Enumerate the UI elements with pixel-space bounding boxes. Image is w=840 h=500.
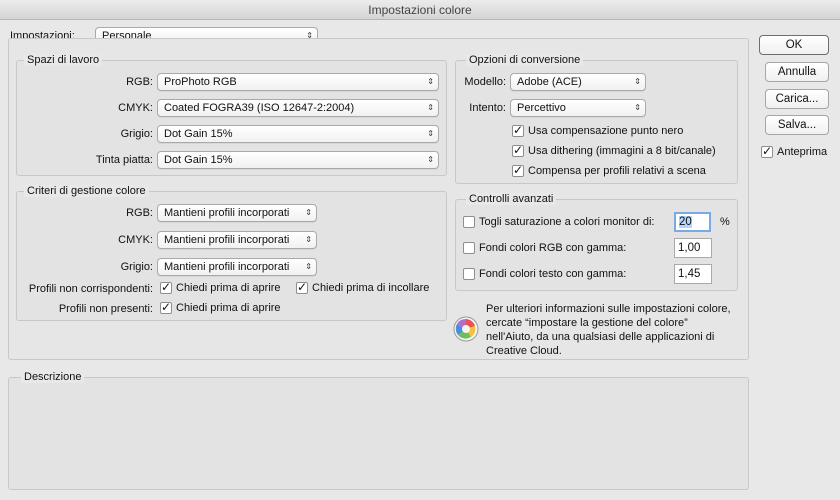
preview-checkbox[interactable]: Anteprima	[761, 144, 828, 158]
desaturate-value: 20	[679, 216, 692, 228]
select-arrows-icon: ⇕	[305, 262, 312, 271]
policies-title: Criteri di gestione colore	[24, 185, 149, 197]
info-line-4: Creative Cloud.	[486, 345, 562, 357]
color-wheel-icon	[452, 315, 480, 343]
checkmark-icon	[296, 280, 308, 294]
checkmark-icon	[512, 123, 524, 137]
text-gamma-label: Fondi colori testo con gamma:	[479, 268, 627, 280]
pol-gray-select[interactable]: Mantieni profili incorporati ⇕	[157, 258, 317, 276]
ws-cmyk-value: Coated FOGRA39 (ISO 12647-2:2004)	[164, 102, 355, 114]
ws-cmyk-label: CMYK:	[118, 102, 153, 114]
checkmark-icon	[160, 280, 172, 294]
engine-select[interactable]: Adobe (ACE) ⇕	[510, 73, 646, 91]
mismatch-paste-checkbox[interactable]: Chiedi prima di incollare	[296, 280, 430, 294]
scene-checkbox[interactable]: Compensa per profili relativi a scena	[512, 163, 706, 177]
select-arrows-icon: ⇕	[634, 77, 641, 86]
checkmark-icon	[761, 144, 773, 158]
bpc-label: Usa compensazione punto nero	[528, 125, 684, 137]
load-button[interactable]: Carica...	[765, 89, 829, 109]
scene-label: Compensa per profili relativi a scena	[528, 165, 706, 177]
info-line-3: nell'Aiuto, da una qualsiasi delle appli…	[486, 331, 715, 343]
desaturate-label: Togli saturazione a colori monitor di:	[479, 216, 655, 228]
preview-label: Anteprima	[777, 146, 828, 158]
mismatch-paste-label: Chiedi prima di incollare	[312, 282, 430, 294]
desaturate-checkbox[interactable]: Togli saturazione a colori monitor di:	[463, 216, 654, 228]
desaturate-input[interactable]: 20	[674, 212, 711, 232]
text-gamma-input[interactable]: 1,45	[674, 264, 712, 284]
ws-rgb-select[interactable]: ProPhoto RGB ⇕	[157, 73, 439, 91]
engine-value: Adobe (ACE)	[517, 76, 582, 88]
select-arrows-icon: ⇕	[305, 235, 312, 244]
ws-rgb-value: ProPhoto RGB	[164, 76, 237, 88]
ws-spot-label: Tinta piatta:	[95, 154, 153, 166]
ws-gray-label: Grigio:	[120, 128, 153, 140]
rgb-gamma-input[interactable]: 1,00	[674, 238, 712, 258]
conversion-title: Opzioni di conversione	[466, 54, 584, 66]
description-title: Descrizione	[21, 371, 85, 383]
ok-button[interactable]: OK	[759, 35, 829, 55]
text-gamma-checkbox[interactable]: Fondi colori testo con gamma:	[463, 268, 626, 280]
pol-rgb-label: RGB:	[126, 207, 153, 219]
ws-rgb-label: RGB:	[126, 76, 153, 88]
rgb-gamma-label: Fondi colori RGB con gamma:	[479, 242, 627, 254]
missing-open-checkbox[interactable]: Chiedi prima di aprire	[160, 300, 281, 314]
select-arrows-icon: ⇕	[305, 208, 312, 217]
ws-spot-value: Dot Gain 15%	[164, 154, 233, 166]
checkbox-empty	[463, 268, 475, 280]
missing-label: Profili non presenti:	[58, 303, 153, 315]
pol-gray-label: Grigio:	[120, 261, 153, 273]
engine-label: Modello:	[464, 76, 506, 88]
ws-spot-select[interactable]: Dot Gain 15% ⇕	[157, 151, 439, 169]
cancel-button[interactable]: Annulla	[765, 62, 829, 82]
ws-cmyk-select[interactable]: Coated FOGRA39 (ISO 12647-2:2004) ⇕	[157, 99, 439, 117]
mismatch-open-checkbox[interactable]: Chiedi prima di aprire	[160, 280, 281, 294]
select-arrows-icon: ⇕	[427, 155, 434, 164]
advanced-title: Controlli avanzati	[466, 193, 557, 205]
ws-gray-select[interactable]: Dot Gain 15% ⇕	[157, 125, 439, 143]
ws-gray-value: Dot Gain 15%	[164, 128, 233, 140]
checkmark-icon	[512, 143, 524, 157]
info-line-2: cercate “impostare la gestione del color…	[486, 317, 688, 329]
rgb-gamma-checkbox[interactable]: Fondi colori RGB con gamma:	[463, 242, 626, 254]
checkbox-empty	[463, 216, 475, 228]
select-arrows-icon: ⇕	[427, 103, 434, 112]
checkmark-icon	[512, 163, 524, 177]
text-gamma-value: 1,45	[678, 268, 701, 280]
pol-gray-value: Mantieni profili incorporati	[164, 261, 290, 273]
pol-cmyk-value: Mantieni profili incorporati	[164, 234, 290, 246]
checkmark-icon	[160, 300, 172, 314]
window-title: Impostazioni colore	[0, 0, 840, 20]
pol-cmyk-label: CMYK:	[118, 234, 153, 246]
missing-open-label: Chiedi prima di aprire	[176, 302, 281, 314]
select-arrows-icon: ⇕	[634, 103, 641, 112]
dither-checkbox[interactable]: Usa dithering (immagini a 8 bit/canale)	[512, 143, 716, 157]
description-group	[8, 377, 749, 490]
intent-value: Percettivo	[517, 102, 566, 114]
bpc-checkbox[interactable]: Usa compensazione punto nero	[512, 123, 684, 137]
pol-cmyk-select[interactable]: Mantieni profili incorporati ⇕	[157, 231, 317, 249]
desaturate-unit: %	[720, 216, 730, 228]
pol-rgb-value: Mantieni profili incorporati	[164, 207, 290, 219]
pol-rgb-select[interactable]: Mantieni profili incorporati ⇕	[157, 204, 317, 222]
mismatch-label: Profili non corrispondenti:	[28, 283, 153, 295]
mismatch-open-label: Chiedi prima di aprire	[176, 282, 281, 294]
select-arrows-icon: ⇕	[427, 77, 434, 86]
save-button[interactable]: Salva...	[765, 115, 829, 135]
workspaces-title: Spazi di lavoro	[24, 54, 103, 66]
dither-label: Usa dithering (immagini a 8 bit/canale)	[528, 145, 716, 157]
rgb-gamma-value: 1,00	[678, 242, 701, 254]
select-arrows-icon: ⇕	[427, 129, 434, 138]
intent-label: Intento:	[469, 102, 506, 114]
intent-select[interactable]: Percettivo ⇕	[510, 99, 646, 117]
info-line-1: Per ulteriori informazioni sulle imposta…	[486, 303, 731, 315]
checkbox-empty	[463, 242, 475, 254]
